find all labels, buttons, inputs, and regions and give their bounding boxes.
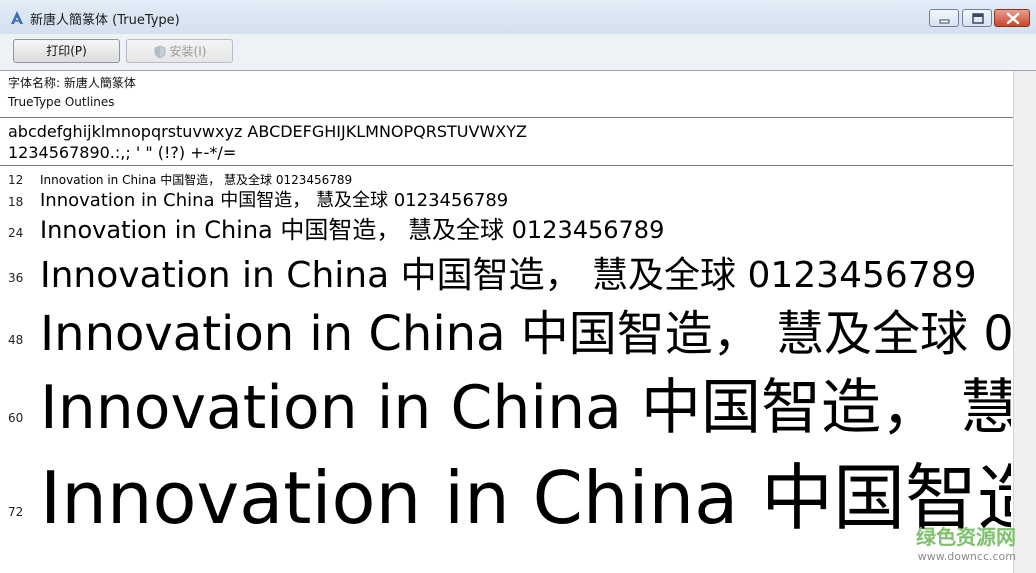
preview-text: Innovation in China 中国智造， 慧及全球 012345678… (40, 373, 1011, 443)
watermark-logo-text: 绿色资源网 (916, 525, 1016, 549)
size-label: 36 (8, 271, 24, 285)
preview-area: 12 Innovation in China 中国智造， 慧及全球 012345… (0, 166, 1011, 573)
size-label: 18 (8, 195, 24, 209)
vertical-scrollbar[interactable] (1013, 71, 1036, 573)
preview-text: Innovation in China 中国智造， 慧及全球 012345678… (40, 255, 977, 296)
preview-text: Innovation in China 中国智造， 慧及全球 012345678… (40, 456, 1011, 540)
install-button[interactable]: 安装(I) (126, 39, 233, 63)
close-icon (1006, 12, 1020, 25)
size-label: 12 (8, 173, 24, 187)
maximize-icon (972, 13, 984, 24)
preview-text: Innovation in China 中国智造， 慧及全球 012345678… (40, 306, 1011, 362)
size-label: 60 (8, 411, 24, 425)
toolbar: 打印(P) 安装(I) (0, 34, 1036, 71)
window-title: 新唐人簡篆体 (TrueType) (30, 13, 180, 28)
minimize-icon (939, 19, 950, 24)
preview-text: Innovation in China 中国智造， 慧及全球 012345678… (40, 216, 665, 244)
size-label: 24 (8, 226, 24, 240)
install-label: 安装(I) (169, 44, 207, 59)
font-name: 字体名称: 新唐人簡篆体 (8, 76, 136, 90)
font-info: 字体名称: 新唐人簡篆体 TrueType Outlines (8, 74, 136, 112)
minimize-button[interactable] (929, 9, 959, 27)
watermark: 绿色资源网 www.downcc.com (900, 521, 1016, 563)
watermark-url: www.downcc.com (917, 550, 1016, 563)
preview-text: Innovation in China 中国智造， 慧及全球 012345678… (40, 190, 509, 211)
charset-digits: 1234567890.:,; ' " (!?) +-*/= (8, 143, 237, 162)
divider (0, 117, 1013, 118)
maximize-button[interactable] (962, 9, 992, 27)
outline-type: TrueType Outlines (8, 95, 115, 109)
charset-sample: abcdefghijklmnopqrstuvwxyz ABCDEFGHIJKLM… (8, 121, 527, 163)
print-button[interactable]: 打印(P) (13, 39, 120, 63)
size-label: 72 (8, 505, 24, 519)
title-bar[interactable]: 新唐人簡篆体 (TrueType) (0, 0, 1036, 35)
uac-shield-icon (154, 45, 165, 58)
charset-letters: abcdefghijklmnopqrstuvwxyz ABCDEFGHIJKLM… (8, 122, 527, 141)
font-app-icon (11, 11, 23, 24)
close-button[interactable] (994, 9, 1030, 27)
size-label: 48 (8, 333, 24, 347)
